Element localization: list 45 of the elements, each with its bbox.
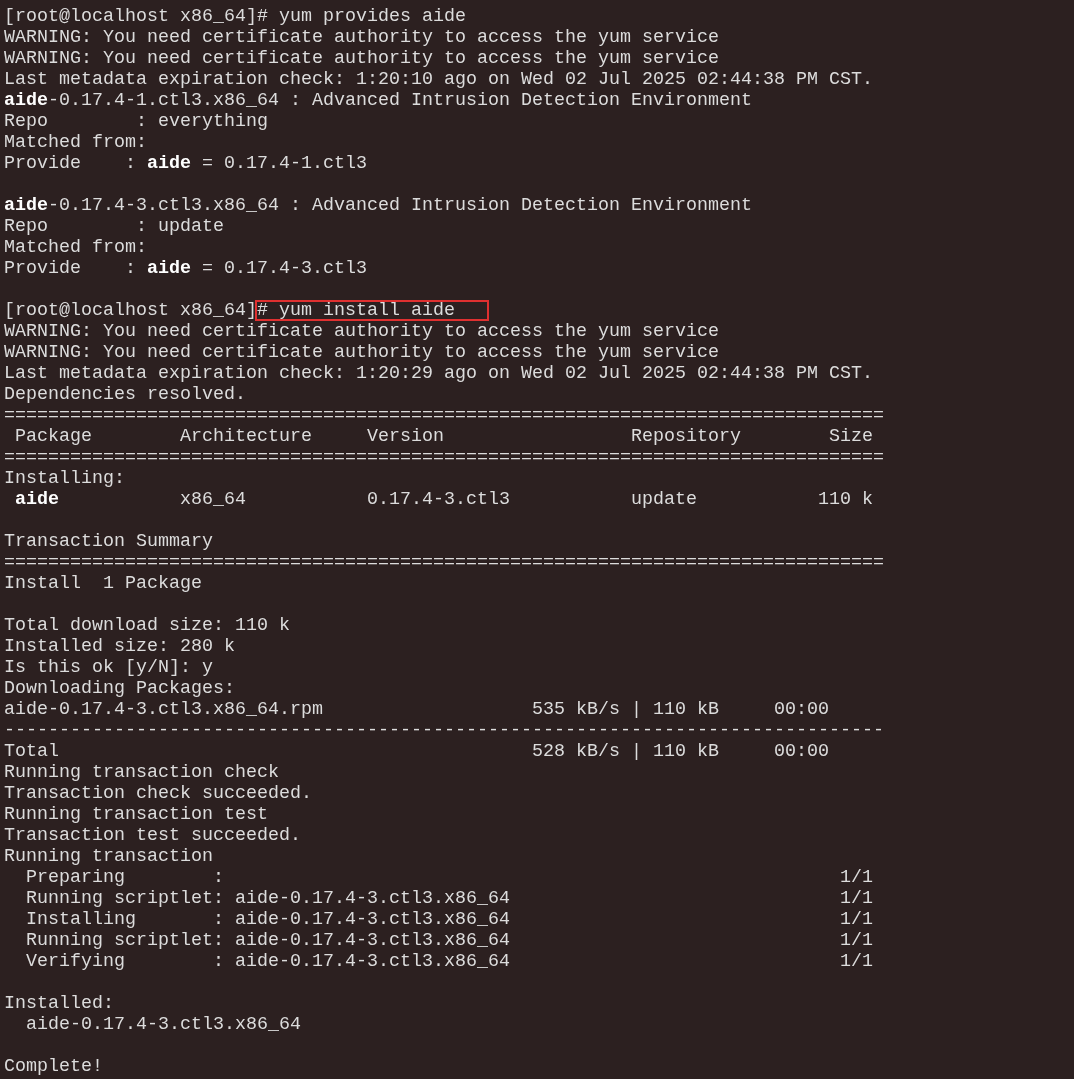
terminal-line: -------------------------------------------------------------------------------- [4, 720, 884, 741]
terminal-line: aide-0.17.4-1.ctl3.x86_64 : Advanced Intrusion Detection Environment [4, 90, 752, 111]
terminal-line: aide x86_64 0.17.4-3.ctl3 update 110 k [14, 489, 873, 510]
terminal-line: Running scriptlet: aide-0.17.4-3.ctl3.x86_64 1/1 [25, 888, 873, 909]
terminal-line: WARNING: You need certificate authority to access the yum service [4, 48, 719, 69]
terminal-line: Running transaction [4, 846, 213, 867]
terminal-line: WARNING: You need certificate authority to access the yum service [4, 342, 719, 363]
terminal-line: Installed size: 280 k [4, 636, 235, 657]
terminal-line: Downloading Packages: [4, 678, 235, 699]
terminal-line: Transaction check succeeded. [4, 783, 312, 804]
terminal-line: Matched from: [4, 237, 147, 258]
terminal-line: Transaction test succeeded. [4, 825, 301, 846]
terminal-line: Package Architecture Version Repository Size [14, 426, 873, 447]
terminal-line: Provide : aide = 0.17.4-3.ctl3 [4, 258, 367, 279]
terminal-line: Running transaction test [4, 804, 268, 825]
terminal-line: Provide : aide = 0.17.4-1.ctl3 [4, 153, 367, 174]
terminal-line: Is this ok [y/N]: y [4, 657, 213, 678]
terminal-line: Running transaction check [4, 762, 279, 783]
terminal-line: ================================================================================ [4, 405, 884, 426]
terminal-line: [root@localhost x86_64]# yum provides aide [4, 6, 466, 27]
terminal-line: Install 1 Package [4, 573, 202, 594]
terminal-line: Installed: [4, 993, 114, 1014]
terminal-line: Total download size: 110 k [4, 615, 290, 636]
terminal-line: Verifying : aide-0.17.4-3.ctl3.x86_64 1/1 [25, 951, 873, 972]
terminal-line: Preparing : 1/1 [25, 867, 873, 888]
terminal-line: WARNING: You need certificate authority to access the yum service [4, 27, 719, 48]
terminal-line: WARNING: You need certificate authority to access the yum service [4, 321, 719, 342]
highlighted-command: # yum install aide [255, 300, 489, 321]
terminal-line: Installing: [4, 468, 125, 489]
terminal-line: ================================================================================ [4, 552, 884, 573]
terminal-line: Transaction Summary [4, 531, 213, 552]
terminal-line: aide-0.17.4-3.ctl3.x86_64 : Advanced Intrusion Detection Environment [4, 195, 752, 216]
terminal-line: aide-0.17.4-3.ctl3.x86_64.rpm 535 kB/s | 110 kB 00:00 [4, 699, 829, 720]
terminal-line: Repo : everything [4, 111, 268, 132]
terminal-line: Matched from: [4, 132, 147, 153]
terminal-line: ================================================================================ [4, 447, 884, 468]
terminal-line: Installing : aide-0.17.4-3.ctl3.x86_64 1/1 [25, 909, 873, 930]
terminal-line: Dependencies resolved. [4, 384, 246, 405]
terminal-line: Complete! [4, 1056, 103, 1077]
terminal-line: Repo : update [4, 216, 224, 237]
terminal-line: Last metadata expiration check: 1:20:29 ago on Wed 02 Jul 2025 02:44:38 PM CST. [4, 363, 873, 384]
terminal-line: aide-0.17.4-3.ctl3.x86_64 [25, 1014, 301, 1035]
terminal-line: Running scriptlet: aide-0.17.4-3.ctl3.x86_64 1/1 [25, 930, 873, 951]
terminal-line: Last metadata expiration check: 1:20:10 ago on Wed 02 Jul 2025 02:44:38 PM CST. [4, 69, 873, 90]
terminal-line: Total 528 kB/s | 110 kB 00:00 [4, 741, 829, 762]
